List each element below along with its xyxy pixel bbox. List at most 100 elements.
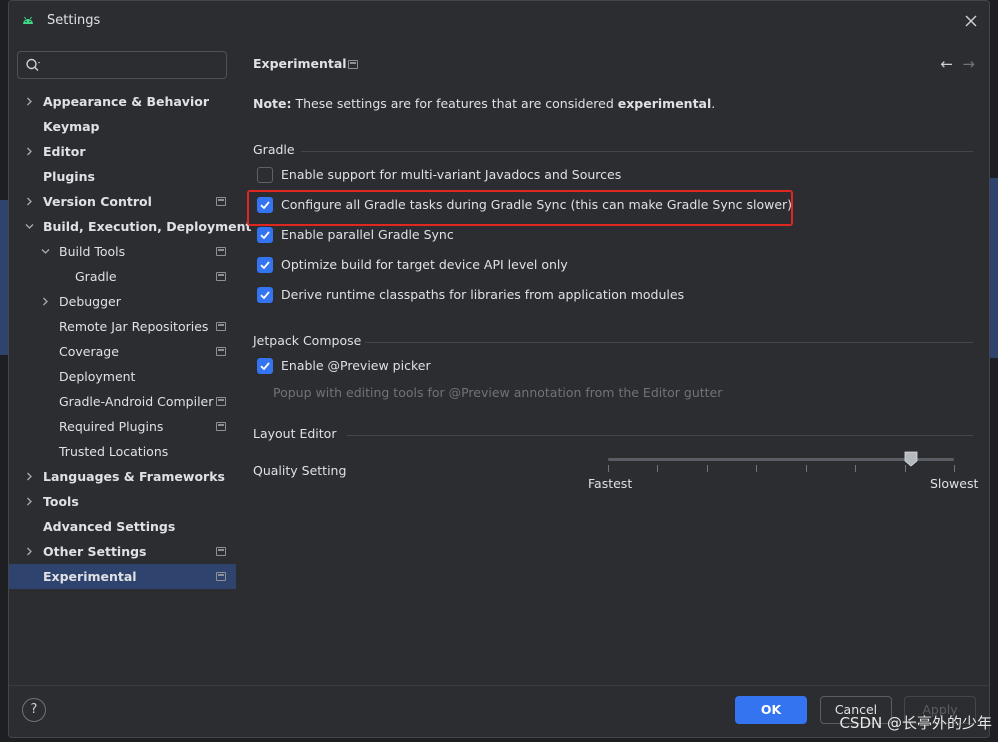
sidebar-item[interactable]: Coverage (9, 339, 236, 364)
sidebar-item-label: Keymap (43, 119, 100, 134)
sidebar-item-label: Appearance & Behavior (43, 94, 209, 109)
chevron-down-icon[interactable] (41, 247, 50, 256)
sidebar-item[interactable]: Remote Jar Repositories (9, 314, 236, 339)
help-button[interactable]: ? (22, 698, 46, 722)
section-divider-compose (365, 342, 973, 343)
sidebar-item-label: Plugins (43, 169, 95, 184)
chevron-right-icon[interactable] (25, 197, 34, 206)
settings-content: Experimental ← → Note: These settings ar… (247, 41, 978, 681)
note-emphasis: experimental (617, 96, 712, 111)
backdrop-left-selection (0, 200, 8, 355)
quality-slider-track[interactable] (608, 458, 954, 461)
sidebar-item[interactable]: Debugger (9, 289, 236, 314)
watermark: CSDN @长亭外的少年 (839, 714, 992, 732)
section-title-compose: Jetpack Compose (253, 333, 362, 348)
project-level-icon (348, 60, 358, 69)
project-level-icon (216, 197, 226, 206)
checkmark-icon (260, 362, 270, 371)
chevron-right-icon[interactable] (25, 97, 34, 106)
sidebar-item-label: Version Control (43, 194, 152, 209)
sidebar-item[interactable]: Build, Execution, Deployment (9, 214, 251, 239)
section-divider-layout-editor (347, 435, 973, 436)
search-input[interactable] (17, 51, 227, 79)
settings-dialog: Settings Appearance & Behavior Keymap Edit… (8, 0, 990, 738)
project-level-icon (216, 547, 226, 556)
window-title: Settings (47, 13, 101, 28)
sidebar-item-label: Experimental (43, 569, 137, 584)
sidebar-item-label: Other Settings (43, 544, 147, 559)
project-level-icon (216, 422, 226, 431)
chevron-right-icon[interactable] (25, 472, 34, 481)
sidebar-item[interactable]: Other Settings (9, 539, 236, 564)
sidebar-item[interactable]: Advanced Settings (9, 514, 236, 539)
slider-tick (608, 465, 609, 472)
sidebar-item-label: Gradle-Android Compiler (59, 394, 214, 409)
checkmark-icon (260, 291, 270, 300)
checkbox[interactable] (257, 167, 273, 183)
sidebar-item[interactable]: Gradle-Android Compiler (9, 389, 236, 414)
checkbox-label: Enable @Preview picker (281, 358, 431, 373)
sidebar-item-label: Build, Execution, Deployment (43, 219, 252, 234)
checkbox[interactable] (257, 287, 273, 303)
sidebar-item-label: Editor (43, 144, 86, 159)
slider-tick (657, 465, 659, 472)
checkbox-label: Optimize build for target device API lev… (281, 257, 568, 272)
sidebar-item[interactable]: Build Tools (9, 239, 236, 264)
slider-tick (756, 465, 758, 472)
note-text: These settings are for features that are… (291, 96, 618, 111)
slider-tick (954, 465, 955, 472)
chevron-right-icon[interactable] (41, 297, 50, 306)
forward-arrow-icon[interactable]: → (962, 55, 975, 73)
close-button[interactable] (961, 11, 981, 31)
sidebar-item[interactable]: Gradle (9, 264, 236, 289)
sidebar-item[interactable]: Keymap (9, 114, 236, 139)
slider-tick (855, 465, 857, 472)
footer-divider (9, 685, 989, 686)
settings-sidebar: Appearance & Behavior Keymap Editor Plugins… (9, 41, 251, 681)
sidebar-item-label: Remote Jar Repositories (59, 319, 209, 334)
sidebar-item[interactable]: Languages & Frameworks (9, 464, 236, 489)
checkbox[interactable] (257, 358, 273, 374)
sidebar-item[interactable]: Appearance & Behavior (9, 89, 236, 114)
chevron-down-icon[interactable] (25, 222, 34, 231)
sidebar-item-label: Required Plugins (59, 419, 164, 434)
sidebar-item-label: Build Tools (59, 244, 126, 259)
chevron-right-icon[interactable] (25, 547, 34, 556)
title-bar: Settings (9, 1, 989, 41)
project-level-icon (216, 347, 226, 356)
project-level-icon (216, 322, 226, 331)
quality-slider-thumb[interactable] (904, 451, 918, 467)
android-icon (23, 16, 33, 24)
experimental-note: Note: These settings are for features th… (253, 96, 715, 111)
sidebar-item-label: Trusted Locations (59, 444, 169, 459)
chevron-right-icon[interactable] (25, 497, 34, 506)
slider-tick (805, 465, 807, 472)
sidebar-item-label: Advanced Settings (43, 519, 176, 534)
sidebar-item-label: Deployment (59, 369, 136, 384)
back-arrow-icon[interactable]: ← (940, 55, 953, 73)
settings-tree: Appearance & Behavior Keymap Editor Plugins… (9, 89, 251, 589)
sidebar-item[interactable]: Deployment (9, 364, 236, 389)
sidebar-item-label: Tools (43, 494, 79, 509)
sidebar-item[interactable]: Plugins (9, 164, 236, 189)
close-icon (965, 15, 977, 27)
sidebar-item-label: Coverage (59, 344, 119, 359)
ok-button[interactable]: OK (735, 696, 807, 724)
sidebar-item-label: Debugger (59, 294, 121, 309)
quality-min-label: Fastest (588, 476, 633, 491)
sidebar-item[interactable]: Experimental (9, 564, 236, 589)
sidebar-item[interactable]: Trusted Locations (9, 439, 236, 464)
section-title-gradle: Gradle (253, 142, 295, 157)
checkbox-label: Enable support for multi-variant Javadoc… (281, 167, 622, 182)
sidebar-item[interactable]: Version Control (9, 189, 236, 214)
sidebar-item[interactable]: Tools (9, 489, 236, 514)
sidebar-item[interactable]: Required Plugins (9, 414, 236, 439)
checkmark-icon (260, 231, 270, 240)
chevron-right-icon[interactable] (25, 147, 34, 156)
checkbox[interactable] (257, 227, 273, 243)
project-level-icon (216, 397, 226, 406)
checkbox[interactable] (257, 257, 273, 273)
search-icon (26, 58, 40, 71)
sidebar-item[interactable]: Editor (9, 139, 236, 164)
annotation-highlight-box (247, 190, 793, 226)
